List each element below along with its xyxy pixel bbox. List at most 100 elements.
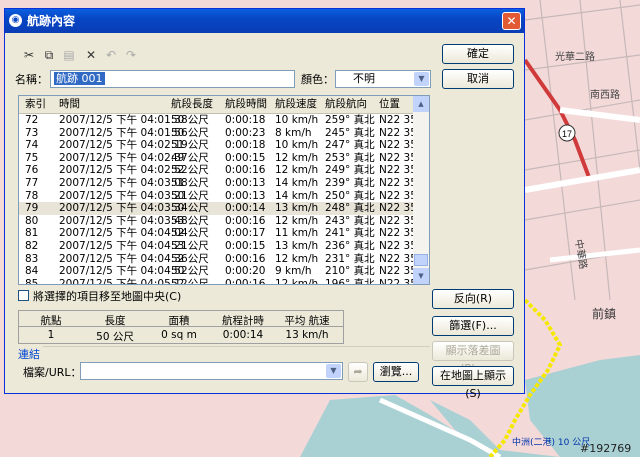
col-header-position[interactable]: 位置 (379, 96, 400, 113)
close-button[interactable]: ✕ (502, 12, 521, 30)
table-row[interactable]: 83 2007/12/5 下午 04:04:36 52 公尺 0:00:16 12 km… (19, 252, 429, 266)
scroll-up-icon[interactable]: ▲ (413, 96, 429, 112)
name-field[interactable]: 航跡 001 (50, 70, 295, 88)
cell-time: 2007/12/5 下午 04:05:12 (59, 277, 188, 285)
cell-leg-speed: 12 km/h (275, 252, 319, 265)
cell-leg-time: 0:00:16 (225, 164, 266, 177)
col-header-leg-course[interactable]: 航段航向 (325, 96, 367, 113)
cell-index: 78 (25, 189, 39, 202)
cell-index: 76 (25, 164, 39, 177)
cell-leg-course: 196° 真北 (325, 277, 375, 285)
cell-leg-time: 0:00:16 (225, 277, 266, 285)
cell-index: 79 (25, 202, 39, 215)
cell-leg-speed: 13 km/h (275, 240, 319, 252)
center-on-map-label[interactable]: 將選擇的項目移至地圖中央(C) (33, 288, 181, 304)
table-row[interactable]: 78 2007/12/5 下午 04:03:21 50 公尺 0:00:13 14 km… (19, 189, 429, 203)
col-header-index[interactable]: 索引 (25, 96, 46, 113)
col-header-time[interactable]: 時間 (59, 96, 80, 113)
table-row[interactable]: 81 2007/12/5 下午 04:04:04 52 公尺 0:00:17 11 km… (19, 227, 429, 240)
cell-leg-course: 250° 真北 (325, 189, 375, 202)
scroll-thumb[interactable] (414, 254, 428, 266)
copy-icon[interactable]: ⧉ (41, 47, 57, 63)
browse-button[interactable]: 瀏覽... (373, 362, 419, 382)
cell-time: 2007/12/5 下午 04:03:34 (59, 202, 188, 215)
cell-leg-length: 50 公尺 (171, 189, 209, 202)
table-row[interactable]: 79 2007/12/5 下午 04:03:34 50 公尺 0:00:14 13 km… (19, 202, 429, 215)
cancel-button[interactable]: 取消 (442, 69, 514, 89)
center-on-map-checkbox[interactable] (18, 290, 29, 301)
cell-time: 2007/12/5 下午 04:03:08 (59, 177, 188, 189)
cell-leg-time: 0:00:14 (225, 202, 266, 215)
cell-index: 85 (25, 277, 39, 285)
table-row[interactable]: 76 2007/12/5 下午 04:02:52 52 公尺 0:00:16 12 km… (19, 164, 429, 177)
paste-icon[interactable]: ▤ (61, 47, 77, 63)
road-label-guanghua: 光華二路 (555, 50, 595, 63)
table-row[interactable]: 84 2007/12/5 下午 04:04:52 50 公尺 0:00:20 9 km/… (19, 265, 429, 278)
cell-leg-time: 0:00:15 (225, 151, 266, 164)
cell-leg-speed: 13 km/h (275, 202, 319, 215)
open-link-button[interactable]: ➦ (348, 362, 368, 382)
color-select[interactable]: 不明 ▼ (335, 70, 431, 88)
cell-leg-speed: 12 km/h (275, 164, 319, 177)
cell-leg-speed: 10 km/h (275, 114, 319, 126)
cell-leg-time: 0:00:16 (225, 214, 266, 227)
undo-icon[interactable]: ↶ (103, 47, 119, 63)
filter-button[interactable]: 篩選(F)... (432, 316, 514, 336)
table-row[interactable]: 72 2007/12/5 下午 04:01:38 50 公尺 0:00:18 10 km… (19, 114, 429, 127)
cell-time: 2007/12/5 下午 04:04:52 (59, 265, 188, 278)
cell-leg-time: 0:00:17 (225, 227, 266, 240)
table-row[interactable]: 80 2007/12/5 下午 04:03:48 53 公尺 0:00:16 12 km… (19, 214, 429, 228)
table-row[interactable]: 82 2007/12/5 下午 04:04:21 53 公尺 0:00:15 13 km… (19, 240, 429, 253)
cell-leg-length: 52 公尺 (171, 164, 209, 177)
redo-icon[interactable]: ↷ (123, 47, 139, 63)
summary-value-avg-speed: 13 km/h (285, 329, 329, 341)
cell-leg-speed: 12 km/h (275, 277, 319, 285)
table-row[interactable]: 73 2007/12/5 下午 04:01:56 50 公尺 0:00:23 8 km/… (19, 126, 429, 140)
show-profile-button[interactable]: 顯示落差圖(P)... (432, 341, 514, 375)
summary-value-waypoints: 1 (47, 329, 55, 341)
name-value: 航跡 001 (54, 72, 105, 85)
cut-icon[interactable]: ✂ (21, 47, 37, 63)
cell-leg-course: 239° 真北 (325, 177, 375, 189)
cell-leg-course: 210° 真北 (325, 265, 375, 278)
table-row[interactable]: 77 2007/12/5 下午 04:03:08 51 公尺 0:00:13 14 km… (19, 177, 429, 190)
close-icon: ✕ (506, 14, 517, 28)
color-value: 不明 (353, 72, 375, 85)
cell-leg-speed: 8 km/h (275, 126, 312, 139)
cell-leg-speed: 12 km/h (275, 151, 319, 164)
track-point-list[interactable]: 索引 時間 航段長度 航段時間 航段速度 航段航向 位置 72 2007/12/5… (18, 95, 430, 285)
cell-time: 2007/12/5 下午 04:04:21 (59, 240, 188, 252)
cell-index: 75 (25, 151, 39, 164)
table-row[interactable]: 74 2007/12/5 下午 04:02:19 51 公尺 0:00:18 10 km… (19, 139, 429, 152)
delete-icon[interactable]: ✕ (83, 47, 99, 63)
table-row[interactable]: 85 2007/12/5 下午 04:05:12 52 公尺 0:00:16 12 km… (19, 277, 429, 285)
cell-leg-time: 0:00:23 (225, 126, 266, 139)
vertical-scrollbar[interactable]: ▲ ▼ (413, 96, 429, 284)
cell-index: 81 (25, 227, 39, 240)
cell-leg-length: 51 公尺 (171, 177, 209, 189)
app-icon: ◉ (9, 14, 22, 27)
cell-leg-speed: 9 km/h (275, 265, 312, 278)
cell-leg-course: 249° 真北 (325, 164, 375, 177)
col-header-leg-time[interactable]: 航段時間 (225, 96, 267, 113)
summary-divider (19, 326, 343, 327)
cell-index: 80 (25, 214, 39, 227)
scroll-down-icon[interactable]: ▼ (413, 268, 429, 284)
col-header-leg-length[interactable]: 航段長度 (171, 96, 213, 113)
col-header-leg-speed[interactable]: 航段速度 (275, 96, 317, 113)
ok-button[interactable]: 確定 (442, 44, 514, 64)
title-bar[interactable]: ◉ 航跡內容 ✕ (5, 9, 524, 33)
cell-index: 72 (25, 114, 39, 126)
file-url-combo[interactable]: ▼ (80, 362, 343, 380)
cell-time: 2007/12/5 下午 04:01:38 (59, 114, 188, 126)
cell-leg-length: 52 公尺 (171, 277, 209, 285)
table-row[interactable]: 75 2007/12/5 下午 04:02:37 49 公尺 0:00:15 12 km… (19, 151, 429, 165)
cell-leg-course: 247° 真北 (325, 139, 375, 152)
reverse-button[interactable]: 反向(R) (432, 289, 514, 309)
chevron-down-icon[interactable]: ▼ (414, 72, 429, 86)
cell-index: 73 (25, 126, 39, 139)
cell-leg-time: 0:00:18 (225, 139, 266, 152)
chevron-down-icon[interactable]: ▼ (326, 364, 341, 378)
show-on-map-button[interactable]: 在地圖上顯示(S) (432, 366, 514, 400)
cell-leg-length: 52 公尺 (171, 227, 209, 240)
